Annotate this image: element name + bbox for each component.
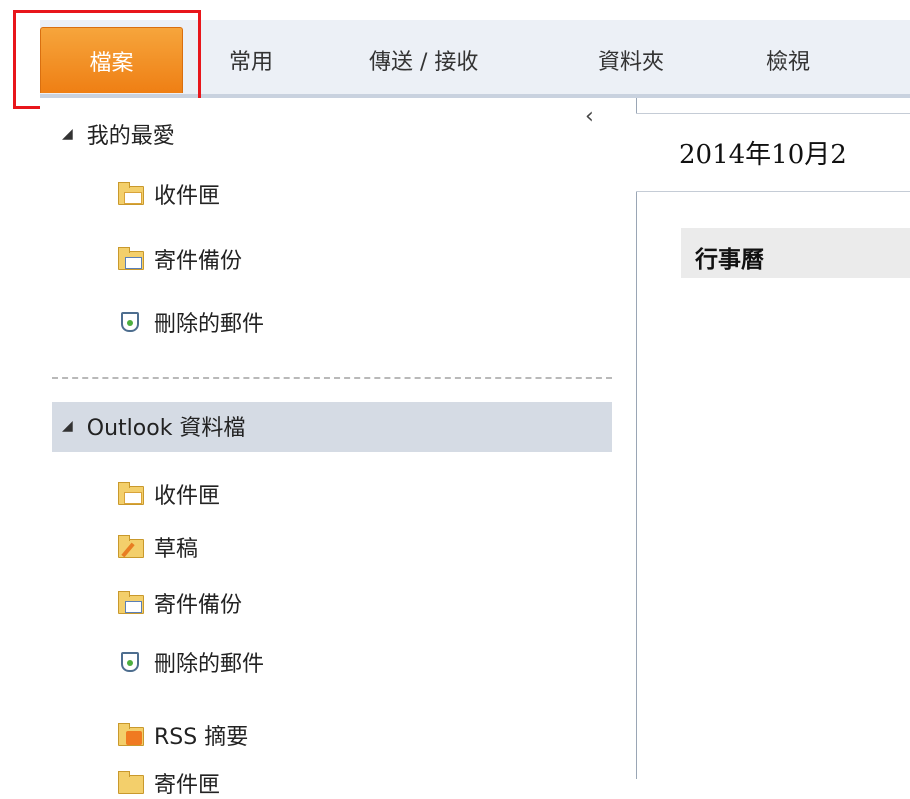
expand-triangle-icon[interactable]: ◢ <box>62 418 73 434</box>
sent-folder-icon <box>118 591 144 614</box>
pane-splitter[interactable] <box>620 98 636 779</box>
tab-send-receive[interactable]: 傳送 / 接收 <box>369 27 478 93</box>
mailbox-sent-items[interactable]: 寄件備份 <box>118 587 242 619</box>
tab-folder[interactable]: 資料夾 <box>598 27 664 93</box>
nav-item-label: RSS 摘要 <box>154 725 249 750</box>
mailbox-header[interactable]: ◢ Outlook 資料檔 <box>62 410 245 442</box>
date-header: 2014年10月2 <box>679 140 847 170</box>
nav-item-label: 寄件備份 <box>154 593 243 618</box>
mailbox-drafts[interactable]: 草稿 <box>118 531 198 563</box>
outbox-folder-icon <box>118 771 144 794</box>
expand-triangle-icon[interactable]: ◢ <box>62 126 73 142</box>
nav-divider <box>52 377 612 379</box>
collapse-nav-pane-button[interactable]: ‹ <box>585 104 594 129</box>
nav-item-label: 寄件備份 <box>154 249 243 274</box>
nav-item-label: 寄件匣 <box>154 773 221 798</box>
favorites-deleted-items[interactable]: 刪除的郵件 <box>118 306 264 338</box>
tab-home[interactable]: 常用 <box>229 27 273 93</box>
sent-folder-icon <box>118 247 144 270</box>
mailbox-inbox[interactable]: 收件匣 <box>118 478 220 510</box>
mailbox-rss-feeds[interactable]: RSS 摘要 <box>118 719 248 751</box>
rss-folder-icon <box>118 723 144 746</box>
mailbox-title: Outlook 資料檔 <box>86 416 246 441</box>
calendar-label: 行事曆 <box>695 247 764 273</box>
nav-item-label: 草稿 <box>154 537 199 562</box>
favorites-header[interactable]: ◢ 我的最愛 <box>62 118 175 150</box>
inbox-folder-icon <box>118 182 144 205</box>
mailbox-outbox[interactable]: 寄件匣 <box>118 767 220 799</box>
nav-item-label: 刪除的郵件 <box>154 312 265 337</box>
deleted-items-icon <box>118 311 144 333</box>
favorites-sent-items[interactable]: 寄件備份 <box>118 243 242 275</box>
inbox-folder-icon <box>118 482 144 505</box>
tab-file[interactable]: 檔案 <box>40 27 183 93</box>
content-pane <box>636 98 910 779</box>
favorites-inbox[interactable]: 收件匣 <box>118 178 220 210</box>
nav-item-label: 刪除的郵件 <box>154 652 265 677</box>
tab-view[interactable]: 檢視 <box>766 27 810 93</box>
nav-item-label: 收件匣 <box>154 184 221 209</box>
favorites-title: 我的最愛 <box>86 124 175 149</box>
ribbon: 檔案 常用 傳送 / 接收 資料夾 檢視 <box>0 0 910 109</box>
nav-item-label: 收件匣 <box>154 484 221 509</box>
deleted-items-icon <box>118 651 144 673</box>
mailbox-deleted-items[interactable]: 刪除的郵件 <box>118 646 264 678</box>
drafts-folder-icon <box>118 535 144 558</box>
